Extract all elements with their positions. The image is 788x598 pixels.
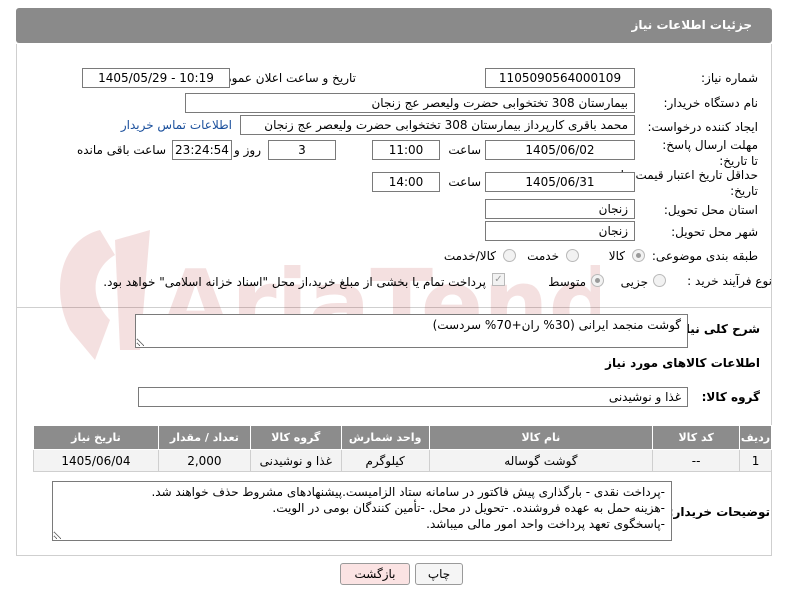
- announce-date-field: 1405/05/29 - 10:19: [82, 68, 230, 88]
- panel-title: جزئیات اطلاعات نیاز: [631, 18, 752, 32]
- province-label: استان محل تحویل:: [663, 203, 758, 217]
- need-number-field: 1105090564000109: [485, 68, 635, 88]
- city-field: زنجان: [485, 221, 635, 241]
- process-radio-minor[interactable]: [653, 274, 666, 287]
- buyer-org-label: نام دستگاه خریدار:: [663, 96, 759, 110]
- deadline-date-field: 1405/06/02: [485, 140, 635, 160]
- category-label: طبقه بندی موضوعی:: [651, 249, 758, 263]
- table-row: 1 -- گوشت گوساله کیلوگرم غذا و نوشیدنی 2…: [33, 449, 772, 472]
- col-row: ردیف: [739, 425, 772, 450]
- price-validity-date-field: 1405/06/31: [485, 172, 635, 192]
- remaining-time-field: 23:24:54: [172, 140, 232, 160]
- category-option-goods-service: کالا/خدمت: [443, 249, 496, 263]
- process-option-medium: متوسط: [548, 275, 586, 289]
- city-label: شهر محل تحویل:: [671, 225, 758, 239]
- need-number-label: شماره نیاز:: [701, 71, 758, 85]
- price-validity-label: حداقل تاریخ اعتبار قیمت: تا تاریخ:: [620, 168, 758, 198]
- cell-unit: کیلوگرم: [340, 449, 430, 472]
- buyer-org-field: بیمارستان 308 تختخوابی حضرت ولیعصر عج زن…: [185, 93, 635, 113]
- col-unit: واحد شمارش: [340, 425, 430, 450]
- goods-table: ردیف کد کالا نام کالا واحد شمارش گروه کا…: [33, 425, 772, 472]
- col-qty: تعداد / مقدار: [157, 425, 251, 450]
- buyer-contact-link[interactable]: اطلاعات تماس خریدار: [121, 118, 232, 132]
- cell-code: --: [652, 449, 741, 472]
- category-option-goods: کالا: [608, 249, 625, 263]
- buyer-notes-label: توضیحات خریدار:: [668, 505, 770, 519]
- print-button[interactable]: چاپ: [415, 563, 463, 585]
- process-option-minor: جزیی: [620, 275, 648, 289]
- goods-table-header: ردیف کد کالا نام کالا واحد شمارش گروه کا…: [33, 425, 772, 450]
- cell-date: 1405/06/04: [33, 449, 159, 472]
- buyer-notes-textarea[interactable]: -پرداخت نقدی - بارگذاری پیش فاکتور در سا…: [52, 481, 672, 541]
- announce-label: تاریخ و ساعت اعلان عمومی:: [211, 71, 356, 85]
- goods-group-label: گروه کالا:: [701, 390, 760, 404]
- remaining-label: ساعت باقی مانده: [76, 143, 166, 157]
- deadline-time-field: 11:00: [372, 140, 440, 160]
- category-radio-goods-service[interactable]: [503, 249, 516, 262]
- days-field: 3: [268, 140, 336, 160]
- province-field: زنجان: [485, 199, 635, 219]
- col-group: گروه کالا: [249, 425, 342, 450]
- col-name: نام کالا: [428, 425, 654, 450]
- goods-section-title: اطلاعات کالاهای مورد نیاز: [605, 356, 760, 370]
- summary-textarea[interactable]: گوشت منجمد ایرانی (30% ران+70% سردست): [135, 314, 688, 348]
- panel-header: جزئیات اطلاعات نیاز: [16, 8, 772, 43]
- col-code: کد کالا: [652, 425, 741, 450]
- price-validity-time-label: ساعت: [448, 175, 481, 189]
- requester-field: محمد باقری کارپرداز بیمارستان 308 تختخوا…: [240, 115, 635, 135]
- category-radio-service[interactable]: [566, 249, 579, 262]
- process-label: نوع فرآیند خرید :: [687, 274, 772, 288]
- days-label: روز و: [234, 143, 261, 157]
- price-validity-time-field: 14:00: [372, 172, 440, 192]
- col-date: تاریخ نیاز: [33, 425, 159, 450]
- cell-name: گوشت گوساله: [428, 449, 654, 472]
- payment-note: پرداخت تمام یا بخشی از مبلغ خرید،از محل …: [103, 275, 486, 289]
- process-radio-medium[interactable]: [591, 274, 604, 287]
- category-radio-goods[interactable]: [632, 249, 645, 262]
- back-button[interactable]: بازگشت: [340, 563, 410, 585]
- cell-row: 1: [739, 449, 772, 472]
- treasury-checkbox[interactable]: ✓: [492, 273, 505, 286]
- deadline-time-label: ساعت: [448, 143, 481, 157]
- category-option-service: خدمت: [527, 249, 559, 263]
- cell-group: غذا و نوشیدنی: [249, 449, 342, 472]
- requester-label: ایجاد کننده درخواست:: [647, 120, 758, 134]
- goods-group-field: غذا و نوشیدنی: [138, 387, 688, 407]
- deadline-label: مهلت ارسال پاسخ: تا تاریخ:: [662, 138, 758, 168]
- cell-qty: 2,000: [157, 449, 251, 472]
